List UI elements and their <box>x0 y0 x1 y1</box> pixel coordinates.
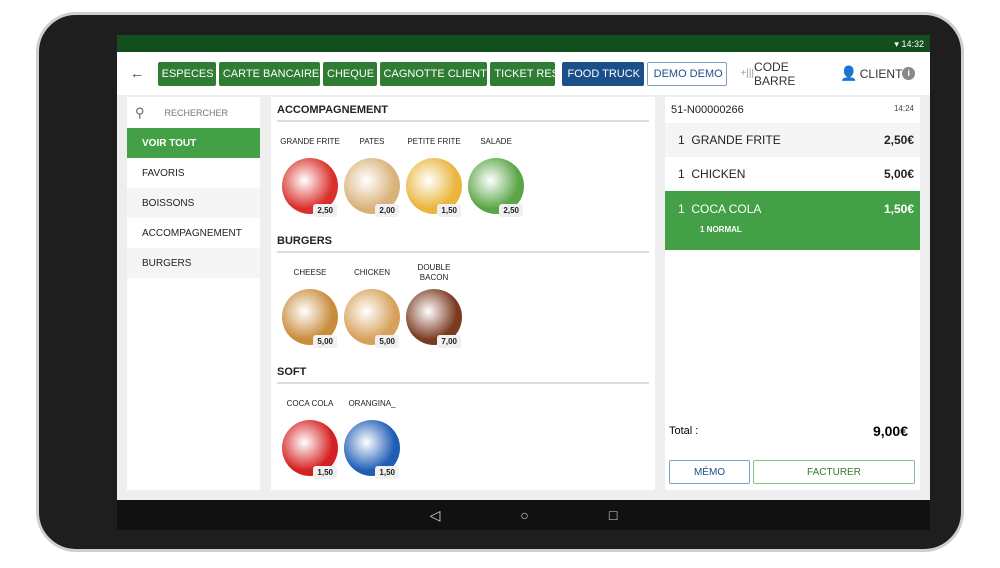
product-tile[interactable]: SALADE 2,50 <box>465 130 527 228</box>
recents-square-icon[interactable]: □ <box>609 507 617 523</box>
clock: 14:32 <box>901 39 924 49</box>
total-value: 9,00€ <box>872 423 908 439</box>
product-price: 5,00 <box>313 335 337 348</box>
order-line-selected[interactable]: 1 COCA COLA 1,50€ 1 NORMAL <box>665 191 920 250</box>
food-truck-button[interactable]: FOOD TRUCK <box>561 61 644 86</box>
barcode-button[interactable]: +||| CODE BARRE <box>740 60 830 88</box>
android-nav-bar: ◁ ○ □ <box>117 500 930 530</box>
product-catalog: ACCOMPAGNEMENT GRANDE FRITE 2,50 PATES 2,00 P… <box>271 97 655 490</box>
sidebar-item-voir-tout[interactable]: VOIR TOUT <box>127 128 260 158</box>
barcode-label: CODE BARRE <box>754 59 796 88</box>
payment-cheque[interactable]: CHEQUE <box>323 61 377 86</box>
product-tile[interactable]: PATES 2,00 <box>341 130 403 228</box>
payment-especes[interactable]: ESPECES <box>157 61 216 86</box>
screen: ▾ 14:32 ← ESPECES CARTE BANCAIRE CHEQUE … <box>117 35 930 530</box>
line-name: CHICKEN <box>691 167 746 181</box>
sidebar-item-boissons[interactable]: BOISSONS <box>127 188 260 218</box>
search-placeholder: RECHERCHER <box>164 107 229 118</box>
back-triangle-icon[interactable]: ◁ <box>430 507 441 524</box>
product-name: CHEESE <box>293 268 327 277</box>
product-name: SALADE <box>480 137 512 146</box>
client-label: CLIENT <box>859 66 903 81</box>
payment-cagnotte-client[interactable]: CAGNOTTE CLIENT <box>379 61 488 86</box>
line-name: GRANDE FRITE <box>691 133 781 147</box>
wifi-icon: ▾ <box>894 39 899 49</box>
info-icon[interactable]: i <box>902 67 915 80</box>
product-tile[interactable]: PETITE FRITE 1,50 <box>403 130 465 228</box>
sidebar-item-favoris[interactable]: FAVORIS <box>127 158 260 188</box>
search-icon: ⚲ <box>135 104 145 120</box>
order-panel: 51-N00000266 14:24 1 GRANDE FRITE 2,50€ 1 … <box>665 97 920 490</box>
line-price: 5,00€ <box>883 167 914 181</box>
order-line[interactable]: 1 GRANDE FRITE 2,50€ <box>665 123 920 157</box>
product-name: CHICKEN <box>353 268 390 277</box>
product-row: GRANDE FRITE 2,50 PATES 2,00 PETITE FRITE 1,5… <box>277 122 649 228</box>
product-tile[interactable]: GRANDE FRITE 2,50 <box>279 130 341 228</box>
product-price: 7,00 <box>437 335 461 348</box>
product-tile[interactable]: COCA COLA 1,50 <box>279 392 341 490</box>
payment-ticket-rest[interactable]: TICKET REST <box>490 61 555 86</box>
order-number: 51-N00000266 <box>671 104 744 116</box>
line-name: COCA COLA <box>691 202 762 216</box>
line-qty: 1 <box>678 202 685 216</box>
total-label: Total : <box>669 425 699 437</box>
line-price: 2,50€ <box>883 133 914 147</box>
product-price: 5,00 <box>375 335 399 348</box>
order-time: 14:24 <box>893 104 914 113</box>
line-qty: 1 <box>678 133 685 147</box>
category-heading: ACCOMPAGNEMENT <box>277 97 649 122</box>
memo-button[interactable]: MÉMO <box>669 460 750 484</box>
product-price: 2,50 <box>499 204 523 217</box>
product-price: 1,50 <box>437 204 461 217</box>
home-circle-icon[interactable]: ○ <box>520 507 528 523</box>
sidebar-item-burgers[interactable]: BURGERS <box>127 248 260 278</box>
demo-button[interactable]: DEMO DEMO <box>646 61 728 86</box>
product-tile[interactable]: ORANGINA_ 1,50 <box>341 392 403 490</box>
product-name: GRANDE FRITE <box>280 137 340 146</box>
facturer-button[interactable]: FACTURER <box>753 460 915 484</box>
product-name: PATES <box>359 137 385 146</box>
line-option: 1 NORMAL <box>700 224 742 234</box>
product-tile[interactable]: CHICKEN 5,00 <box>341 261 403 359</box>
category-heading: SOFT <box>277 359 649 384</box>
product-name: DOUBLE BACON <box>417 263 451 282</box>
product-tile[interactable]: CHEESE 5,00 <box>279 261 341 359</box>
product-row: CHEESE 5,00 CHICKEN 5,00 DOUBLE BACON 7,00 <box>277 253 649 359</box>
product-price: 2,50 <box>313 204 337 217</box>
category-sidebar: ⚲ RECHERCHER VOIR TOUT FAVORIS BOISSONS A… <box>127 97 260 490</box>
line-qty: 1 <box>678 167 685 181</box>
back-arrow-icon[interactable]: ← <box>117 65 158 82</box>
order-line[interactable]: 1 CHICKEN 5,00€ <box>665 157 920 191</box>
status-bar: ▾ 14:32 <box>117 35 930 52</box>
product-tile[interactable]: DOUBLE BACON 7,00 <box>403 261 465 359</box>
barcode-icon: +||| <box>740 68 755 79</box>
product-row: COCA COLA 1,50 ORANGINA_ 1,50 <box>277 384 649 490</box>
person-icon: 👤 <box>840 65 858 81</box>
search-input[interactable]: ⚲ RECHERCHER <box>127 97 260 128</box>
category-heading: BURGERS <box>277 228 649 253</box>
product-name: ORANGINA_ <box>348 399 396 408</box>
sidebar-item-accompagnement[interactable]: ACCOMPAGNEMENT <box>127 218 260 248</box>
product-price: 2,00 <box>375 204 399 217</box>
product-price: 1,50 <box>375 466 399 479</box>
line-price: 1,50€ <box>883 202 914 216</box>
payment-carte-bancaire[interactable]: CARTE BANCAIRE <box>218 61 321 86</box>
app-bar: ← ESPECES CARTE BANCAIRE CHEQUE CAGNOTTE… <box>117 52 930 95</box>
product-name: COCA COLA <box>286 399 334 408</box>
product-price: 1,50 <box>313 466 337 479</box>
product-name: PETITE FRITE <box>407 137 461 146</box>
client-button[interactable]: 👤 CLIENT <box>840 65 902 82</box>
